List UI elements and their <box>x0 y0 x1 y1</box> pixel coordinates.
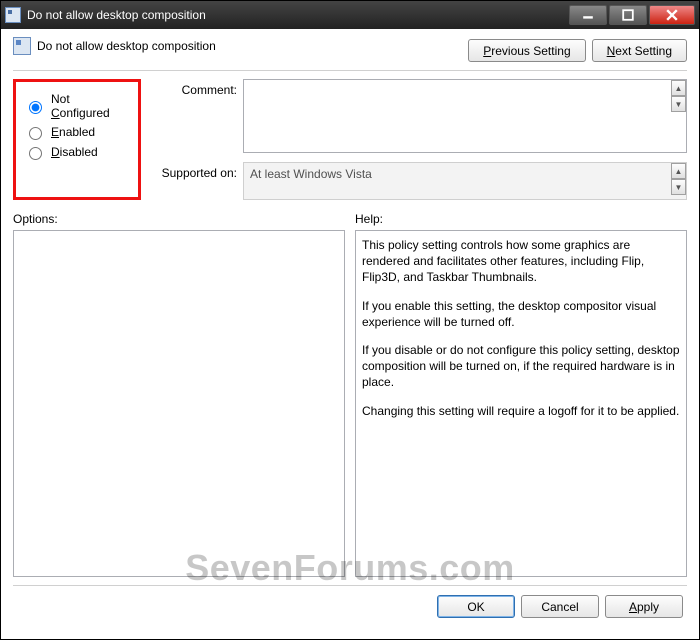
dialog-window: Do not allow desktop composition Do not … <box>0 0 700 640</box>
ok-button[interactable]: OK <box>437 595 515 618</box>
comment-scroll-up[interactable]: ▲ <box>671 80 686 96</box>
help-label: Help: <box>355 212 687 226</box>
options-panel <box>13 230 345 577</box>
maximize-button[interactable] <box>609 5 647 25</box>
window-title: Do not allow desktop composition <box>27 8 569 22</box>
cancel-button[interactable]: Cancel <box>521 595 599 618</box>
help-panel[interactable]: This policy setting controls how some gr… <box>355 230 687 577</box>
supported-on-label: Supported on: <box>151 162 237 180</box>
apply-button[interactable]: Apply <box>605 595 683 618</box>
policy-icon <box>13 37 31 55</box>
help-text: This policy setting controls how some gr… <box>362 237 680 286</box>
previous-setting-button[interactable]: Previous Setting <box>468 39 585 62</box>
radio-disabled-input[interactable] <box>29 147 42 160</box>
radio-not-configured[interactable]: Not Configured <box>24 92 130 120</box>
options-label: Options: <box>13 212 345 226</box>
help-text: If you enable this setting, the desktop … <box>362 298 680 330</box>
dialog-footer: OK Cancel Apply <box>13 585 687 627</box>
help-text: Changing this setting will require a log… <box>362 403 680 419</box>
divider <box>13 70 687 71</box>
comment-scroll-down[interactable]: ▼ <box>671 96 686 112</box>
supported-on-value: At least Windows Vista <box>243 162 687 200</box>
policy-editor-icon <box>5 7 21 23</box>
radio-not-configured-input[interactable] <box>29 101 42 114</box>
supported-scroll-up[interactable]: ▲ <box>671 163 686 179</box>
radio-enabled-input[interactable] <box>29 127 42 140</box>
supported-scroll-down[interactable]: ▼ <box>671 179 686 195</box>
comment-textarea[interactable] <box>243 79 687 153</box>
comment-label: Comment: <box>151 79 237 97</box>
minimize-button[interactable] <box>569 5 607 25</box>
help-text: If you disable or do not configure this … <box>362 342 680 391</box>
radio-disabled[interactable]: Disabled <box>24 144 130 160</box>
titlebar[interactable]: Do not allow desktop composition <box>1 1 699 29</box>
policy-name: Do not allow desktop composition <box>37 39 216 53</box>
close-button[interactable] <box>649 5 695 25</box>
radio-enabled[interactable]: Enabled <box>24 124 130 140</box>
state-radio-group: Not Configured Enabled Disabled <box>13 79 141 200</box>
next-setting-button[interactable]: Next Setting <box>592 39 687 62</box>
